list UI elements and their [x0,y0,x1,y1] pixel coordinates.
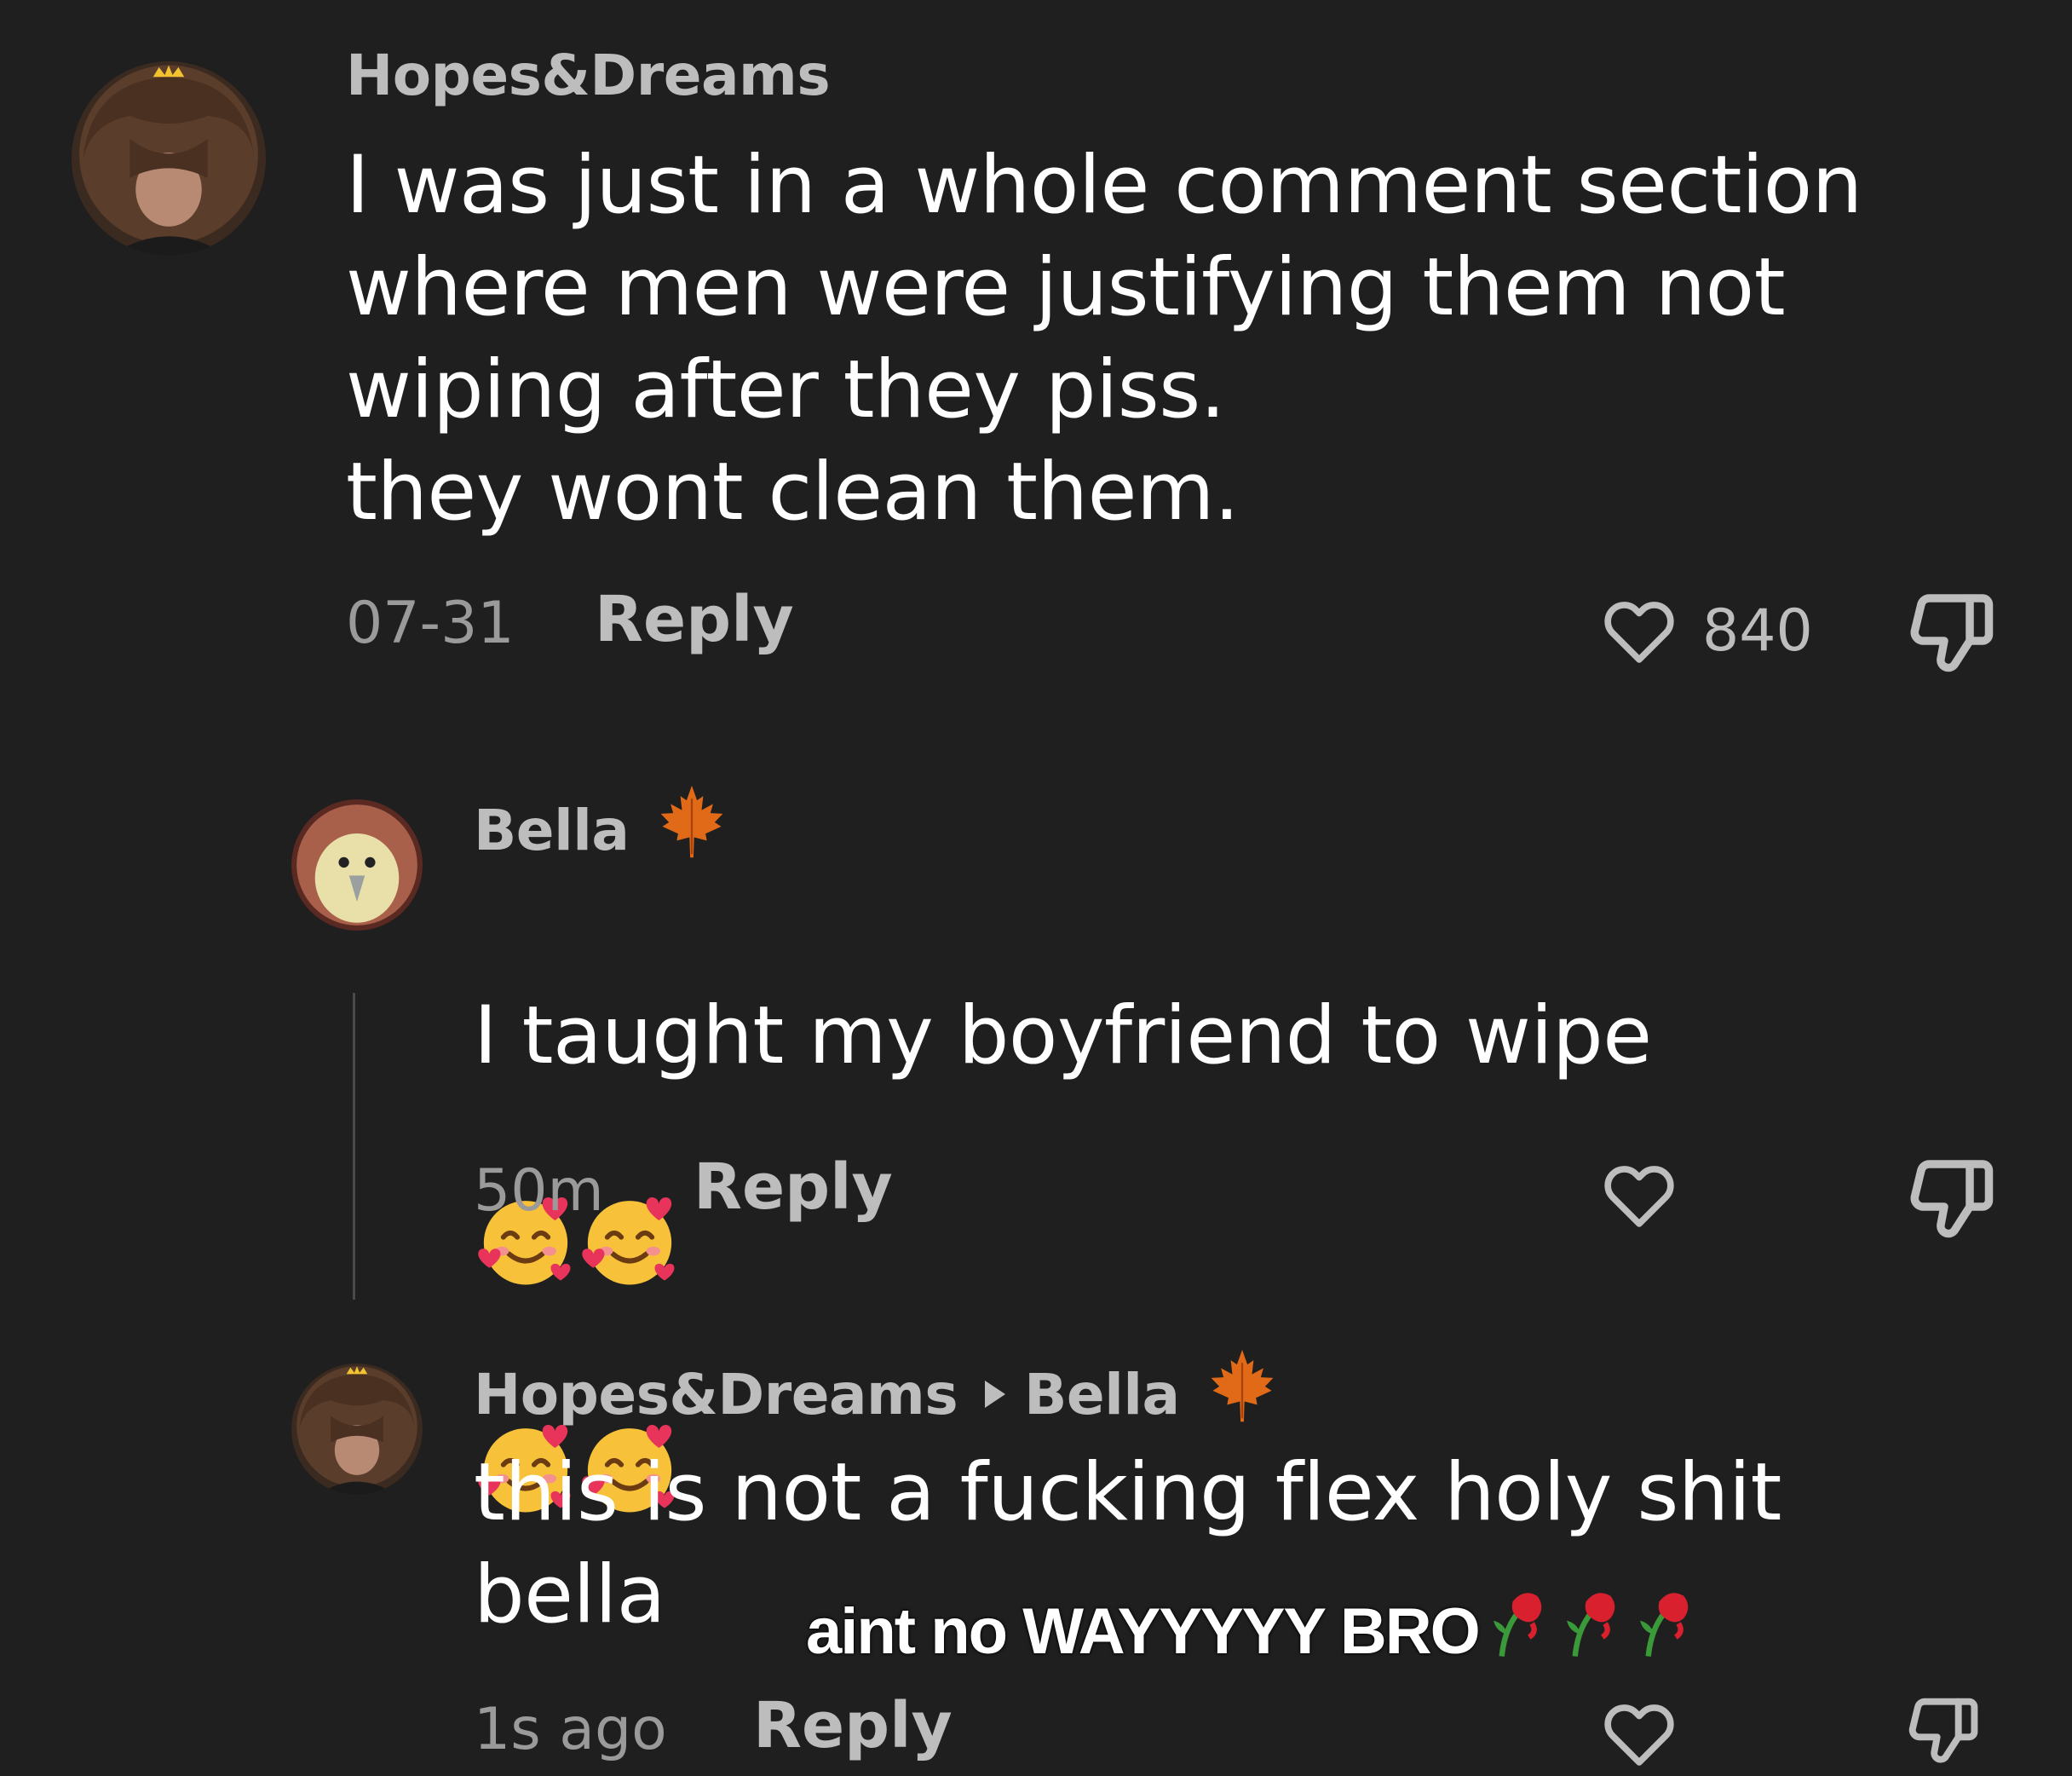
thumbs-down-icon [1902,594,2004,687]
avatar-hopes-dreams[interactable] [291,1364,423,1495]
wilted-rose-icon [1484,1585,1552,1677]
reply-button[interactable]: Reply [595,583,794,656]
maple-leaf-icon [653,782,731,878]
username-text[interactable]: Hopes&Dreams [474,1362,958,1427]
wilted-rose-icon [1631,1585,1699,1677]
reply-arrow-icon [985,1381,1006,1408]
comment-text: I was just in a whole comment section wh… [346,139,1862,539]
reply-button[interactable]: Reply [753,1689,953,1762]
video-caption: aint no WAYYYYY BRO [806,1585,1699,1677]
thumbs-down-icon [1902,1160,2004,1253]
like-count: 840 [1702,597,1813,665]
like-button[interactable]: 840 [1597,588,1813,673]
reply-to-username[interactable]: Bella [1024,1362,1180,1427]
comment-username[interactable]: Hopes&Dreams [346,43,831,108]
maple-leaf-icon [1203,1346,1281,1442]
avatar-hopes-dreams[interactable] [72,61,266,256]
comment-username[interactable]: Hopes&Dreams Bella [474,1346,1281,1442]
heart-icon [1597,588,1682,673]
thumbs-down-icon [1902,1698,1987,1776]
heart-icon [1597,1691,1682,1776]
caption-text: aint no WAYYYYY BRO [806,1594,1481,1668]
username-text[interactable]: Hopes&Dreams [346,43,831,108]
wilted-rose-icon [1557,1585,1626,1677]
dislike-button[interactable] [1902,1147,2004,1253]
comment-username[interactable]: Bella [474,782,731,878]
comment-timestamp: 50m [474,1157,604,1225]
avatar-bella[interactable] [291,799,423,931]
reply-button[interactable]: Reply [694,1150,893,1224]
heart-icon [1597,1152,1682,1237]
dislike-button[interactable] [1902,1687,1987,1776]
comment-text-content: I taught my boyfriend to wipe [474,989,1652,1082]
comment-timestamp: 07-31 [346,590,515,657]
thread-line [353,993,355,1300]
comment-timestamp: 1s ago [474,1696,667,1763]
like-button[interactable] [1597,1152,1682,1237]
dislike-button[interactable] [1902,581,2004,687]
username-text[interactable]: Bella [474,798,630,863]
like-button[interactable] [1597,1691,1682,1776]
